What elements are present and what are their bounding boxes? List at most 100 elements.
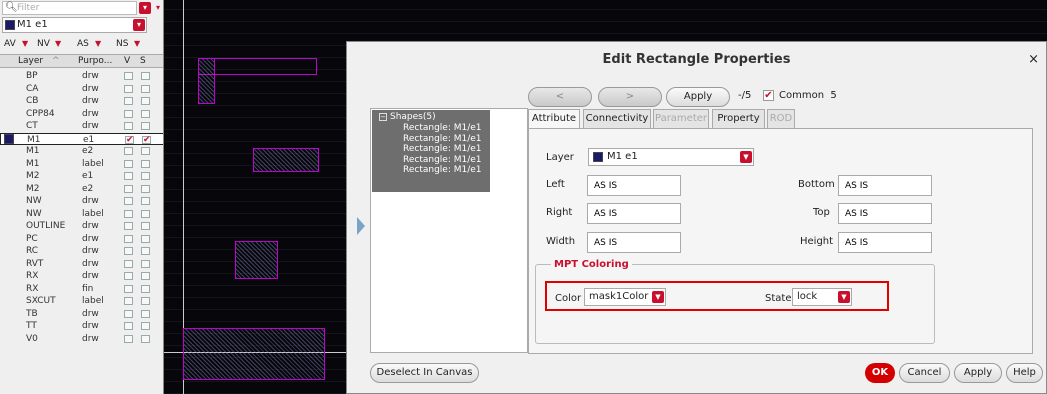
close-icon[interactable]: ×	[1028, 52, 1039, 67]
selectable-checkbox[interactable]	[141, 159, 150, 168]
deselect-in-canvas-button[interactable]: Deselect In Canvas	[370, 363, 479, 383]
shape-item[interactable]: Rectangle: M1/e1	[403, 123, 482, 133]
prev-button[interactable]: <	[528, 87, 592, 107]
layer-row[interactable]: RC drw	[0, 245, 163, 257]
canvas-rectangle[interactable]	[198, 58, 215, 104]
help-button[interactable]: Help	[1006, 363, 1043, 383]
selectable-checkbox[interactable]	[141, 234, 150, 243]
col-layer[interactable]: Layer	[18, 55, 43, 67]
ok-button[interactable]: OK	[865, 363, 895, 383]
layer-row[interactable]: M1 e1 ✔ ✔	[0, 132, 163, 145]
layer-row[interactable]: M2 e2	[0, 183, 163, 195]
filter-color-icon[interactable]: ▾	[139, 2, 151, 14]
layer-row[interactable]: CT drw	[0, 120, 163, 132]
visible-checkbox[interactable]	[124, 109, 133, 118]
layer-row[interactable]: NW label	[0, 208, 163, 220]
cancel-button[interactable]: Cancel	[899, 363, 950, 383]
col-purpose[interactable]: Purpo...	[78, 55, 112, 67]
visible-checkbox[interactable]	[124, 197, 133, 205]
chevron-down-icon[interactable]: ▼	[652, 291, 664, 303]
col-selectable[interactable]: S	[140, 55, 146, 67]
layer-row[interactable]: OUTLINE drw	[0, 220, 163, 232]
visible-checkbox[interactable]	[124, 222, 133, 230]
visible-checkbox[interactable]	[124, 72, 133, 80]
chevron-down-icon[interactable]: ▼	[134, 37, 140, 51]
selectable-checkbox[interactable]: ✔	[142, 135, 151, 144]
selectable-checkbox[interactable]	[141, 259, 150, 268]
col-visible[interactable]: V	[124, 55, 130, 67]
visible-checkbox[interactable]	[124, 272, 133, 280]
layer-row[interactable]: TT drw	[0, 320, 163, 332]
tab-attribute[interactable]: Attribute	[528, 109, 580, 128]
selectable-checkbox[interactable]	[141, 122, 150, 130]
state-select[interactable]: lock ▼	[792, 288, 852, 306]
right-field[interactable]	[587, 203, 681, 224]
selectable-checkbox[interactable]	[141, 172, 150, 180]
visible-checkbox[interactable]	[124, 259, 133, 268]
layer-row[interactable]: TB drw	[0, 308, 163, 320]
layer-row[interactable]: CPP84 drw	[0, 108, 163, 120]
selectable-checkbox[interactable]	[141, 284, 150, 293]
layer-row[interactable]: M1 e2	[0, 145, 163, 157]
visible-checkbox[interactable]	[124, 247, 133, 255]
current-layer-combo[interactable]: M1 e1 ▾	[2, 17, 147, 33]
top-field[interactable]	[838, 203, 932, 224]
shape-item[interactable]: Rectangle: M1/e1	[403, 155, 482, 165]
apply-top-button[interactable]: Apply	[666, 87, 730, 107]
selectable-checkbox[interactable]	[141, 147, 150, 155]
tab-property[interactable]: Property	[712, 109, 765, 128]
filter-dropdown-icon[interactable]: ▾	[152, 2, 163, 14]
canvas-rectangle[interactable]	[235, 241, 278, 279]
visible-checkbox[interactable]	[124, 297, 133, 305]
visible-checkbox[interactable]	[124, 147, 133, 155]
view-ns[interactable]: NS	[116, 37, 128, 51]
selectable-checkbox[interactable]	[141, 247, 150, 255]
visible-checkbox[interactable]	[124, 234, 133, 243]
visible-checkbox[interactable]	[124, 159, 133, 168]
visible-checkbox[interactable]: ✔	[125, 135, 134, 144]
shape-item[interactable]: Rectangle: M1/e1	[403, 144, 482, 154]
shape-item[interactable]: Rectangle: M1/e1	[403, 165, 482, 175]
visible-checkbox[interactable]	[124, 322, 133, 330]
chevron-down-icon[interactable]: ▾	[133, 19, 145, 31]
canvas-rectangle[interactable]	[183, 328, 325, 380]
visible-checkbox[interactable]	[124, 184, 133, 193]
visible-checkbox[interactable]	[124, 122, 133, 130]
layer-row[interactable]: BP drw	[0, 70, 163, 82]
filter-input[interactable]: 🔍︎ Filter	[2, 1, 137, 15]
selectable-checkbox[interactable]	[141, 297, 150, 305]
layer-row[interactable]: RVT drw	[0, 258, 163, 270]
layer-row[interactable]: RX drw	[0, 270, 163, 282]
visible-checkbox[interactable]	[124, 334, 133, 343]
layer-row[interactable]: NW drw	[0, 195, 163, 207]
layer-row[interactable]: PC drw	[0, 233, 163, 245]
left-field[interactable]	[587, 175, 681, 196]
selectable-checkbox[interactable]	[141, 222, 150, 230]
bottom-field[interactable]	[838, 175, 932, 196]
selectable-checkbox[interactable]	[141, 309, 150, 318]
chevron-down-icon[interactable]: ▼	[838, 291, 850, 303]
chevron-down-icon[interactable]: ▼	[740, 151, 752, 163]
layer-row[interactable]: RX fin	[0, 283, 163, 295]
shapes-tree[interactable]: − Shapes(5) Rectangle: M1/e1 Rectangle: M1…	[370, 108, 528, 353]
canvas-rectangle[interactable]	[198, 58, 317, 75]
selectable-checkbox[interactable]	[141, 334, 150, 343]
visible-checkbox[interactable]	[124, 309, 133, 318]
common-checkbox[interactable]: ✔	[763, 90, 774, 101]
apply-button[interactable]: Apply	[954, 363, 1002, 383]
canvas-rectangle[interactable]	[253, 148, 319, 172]
layer-row[interactable]: M2 e1	[0, 170, 163, 182]
layer-select[interactable]: M1 e1 ▼	[588, 148, 754, 166]
height-field[interactable]	[838, 232, 932, 253]
view-nv[interactable]: NV	[37, 37, 50, 51]
layer-row[interactable]: CB drw	[0, 95, 163, 107]
color-select[interactable]: mask1Color ▼	[584, 288, 666, 306]
selectable-checkbox[interactable]	[141, 272, 150, 280]
shape-item[interactable]: Rectangle: M1/e1	[403, 134, 482, 144]
layer-row[interactable]: SXCUT label	[0, 295, 163, 307]
collapse-icon[interactable]: −	[379, 113, 387, 121]
selectable-checkbox[interactable]	[141, 72, 150, 80]
view-av[interactable]: AV	[4, 37, 16, 51]
layer-row[interactable]: M1 label	[0, 158, 163, 170]
selectable-checkbox[interactable]	[141, 97, 150, 105]
